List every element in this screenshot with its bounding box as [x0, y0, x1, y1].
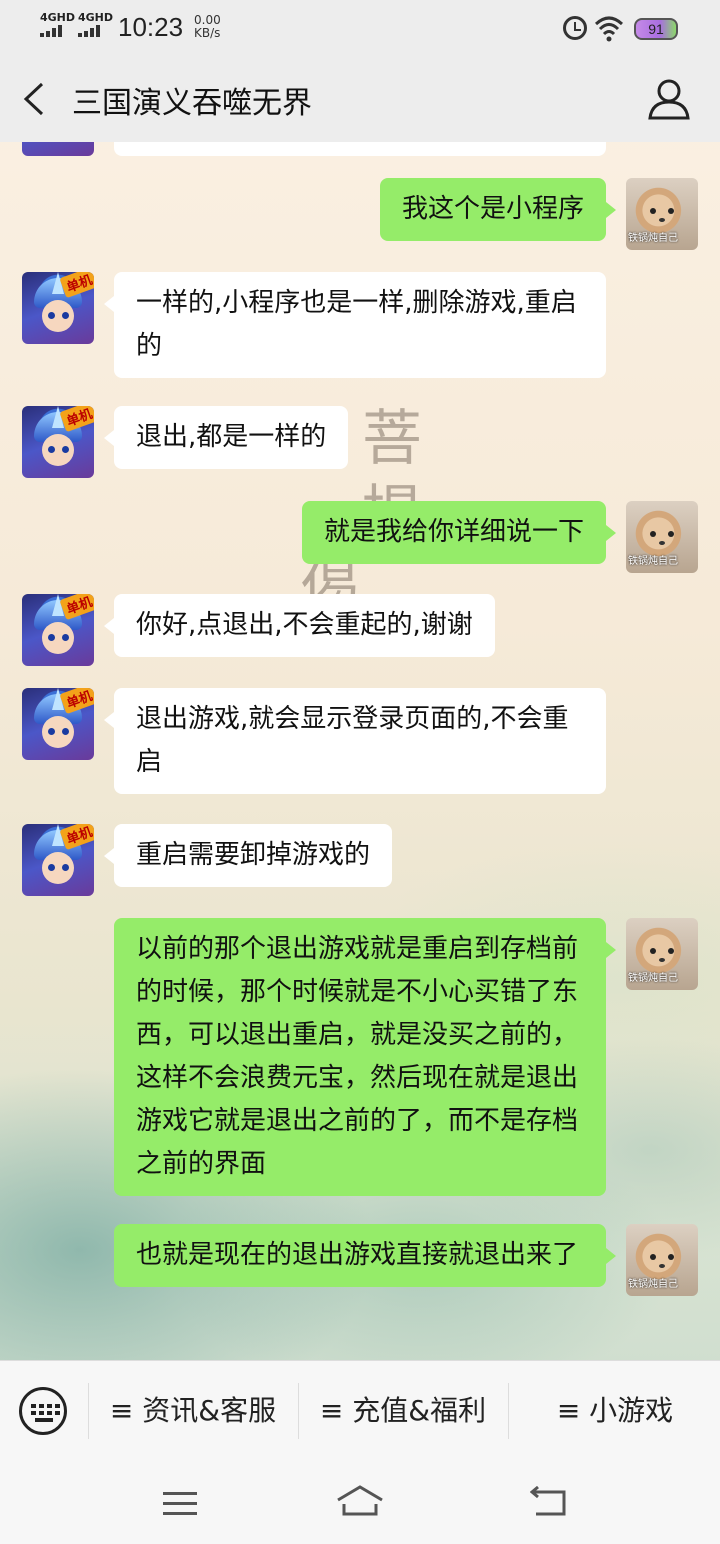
my-avatar[interactable]: 铁锅炖自己	[626, 178, 698, 250]
menu-divider	[298, 1383, 299, 1439]
network-speed: 0.00 KB/s	[194, 13, 221, 40]
alarm-icon	[563, 16, 587, 40]
message-bubble-incoming[interactable]: 退出,都是一样的	[103, 406, 349, 469]
home-icon[interactable]	[336, 1484, 384, 1518]
chat-header: 三国演义吞噬无界	[0, 56, 720, 142]
status-bar: 4GHD 4GHD 10:23 0.00 KB/s 91	[0, 0, 720, 56]
signal-indicator-2: 4GHD	[78, 12, 113, 37]
message-list[interactable]: 铁锅炖自己 我这个是小程序 单机 一样的,小程序也是一样,删除游戏,重启的 单机…	[0, 142, 720, 1360]
system-navigation-bar	[0, 1460, 720, 1544]
message-bubble-incoming[interactable]: 你好,点退出,不会重起的,谢谢	[104, 594, 495, 657]
message-bubble-outgoing[interactable]: 我这个是小程序	[379, 178, 617, 241]
my-avatar[interactable]: 铁锅炖自己	[626, 1224, 698, 1296]
menu-recharge-welfare[interactable]: ≡ 充值&福利	[300, 1383, 506, 1439]
message-bubble-incoming[interactable]: 退出游戏,就会显示登录页面的,不会重启	[104, 688, 606, 794]
game-avatar[interactable]: 单机	[22, 272, 94, 344]
game-avatar[interactable]: 单机	[22, 406, 94, 478]
signal-indicator-1: 4GHD	[40, 12, 75, 37]
message-bubble-outgoing[interactable]: 以前的那个退出游戏就是重启到存档前的时候，那个时候就是不小心买错了东西，可以退出…	[114, 918, 616, 1196]
menu-divider	[88, 1383, 89, 1439]
battery-indicator: 91	[634, 18, 678, 40]
message-bubble-incoming[interactable]	[114, 142, 606, 156]
menu-divider	[508, 1383, 509, 1439]
user-profile-icon[interactable]	[646, 78, 692, 120]
recent-apps-icon[interactable]	[163, 1490, 197, 1516]
signal-bars-icon	[78, 25, 113, 37]
game-avatar[interactable]: 单机	[22, 594, 94, 666]
game-avatar[interactable]	[22, 142, 94, 156]
message-bubble-incoming[interactable]: 一样的,小程序也是一样,删除游戏,重启的	[104, 272, 606, 378]
menu-mini-games[interactable]: ≡ 小游戏	[510, 1383, 720, 1439]
message-bubble-outgoing[interactable]: 也就是现在的退出游戏直接就退出来了	[114, 1224, 616, 1287]
wifi-icon	[594, 16, 624, 42]
system-back-icon[interactable]	[530, 1486, 568, 1518]
my-avatar[interactable]: 铁锅炖自己	[626, 501, 698, 573]
message-bubble-outgoing[interactable]: 就是我给你详细说一下	[301, 501, 617, 564]
game-avatar[interactable]: 单机	[22, 688, 94, 760]
clock: 10:23	[118, 12, 184, 42]
message-bubble-incoming[interactable]: 重启需要卸掉游戏的	[103, 824, 393, 887]
signal-bars-icon	[40, 25, 75, 37]
back-arrow-icon[interactable]	[20, 82, 50, 116]
keyboard-toggle-icon[interactable]	[19, 1387, 67, 1435]
game-avatar[interactable]: 单机	[22, 824, 94, 896]
service-menu-bar: ≡ 资讯&客服 ≡ 充值&福利 ≡ 小游戏	[0, 1360, 720, 1460]
chat-title: 三国演义吞噬无界	[72, 86, 312, 121]
my-avatar[interactable]: 铁锅炖自己	[626, 918, 698, 990]
menu-news-service[interactable]: ≡ 资讯&客服	[90, 1383, 296, 1439]
